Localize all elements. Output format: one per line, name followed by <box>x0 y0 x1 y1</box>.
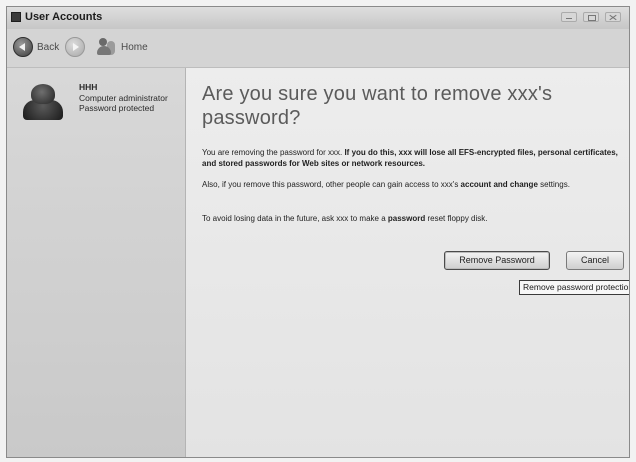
close-button[interactable] <box>605 12 621 22</box>
window-controls <box>561 12 621 22</box>
remove-password-tooltip: Remove password protection <box>519 280 629 295</box>
account-info: HHH Computer administrator Password prot… <box>79 82 168 114</box>
back-button-label: Back <box>37 41 60 53</box>
back-button[interactable]: Back <box>13 37 59 57</box>
maximize-button[interactable] <box>583 12 599 22</box>
back-arrow-icon <box>13 37 33 57</box>
user-accounts-app-icon <box>11 12 21 22</box>
efs-warning-intro: You are removing the password for xxx. <box>202 148 345 157</box>
remove-password-button[interactable]: Remove Password <box>444 251 550 270</box>
reset-disk-end: reset floppy disk. <box>425 214 488 223</box>
page-title: Are you sure you want to remove xxx's pa… <box>202 83 553 129</box>
account-picture-avatar <box>23 82 63 120</box>
account-sidebar: HHH Computer administrator Password prot… <box>7 68 186 457</box>
account-name: HHH <box>79 82 98 92</box>
access-warning-emphasis: account and change <box>460 180 538 189</box>
forward-button[interactable] <box>65 37 85 57</box>
home-button[interactable]: Home <box>97 37 148 57</box>
access-warning-end: settings. <box>537 180 570 189</box>
window-title: User Accounts <box>25 11 103 23</box>
efs-warning-text: You are removing the password for xxx. I… <box>202 148 629 169</box>
access-warning-intro: Also, if you remove this password, other… <box>202 180 461 189</box>
access-warning-text: Also, if you remove this password, other… <box>202 180 629 191</box>
remove-password-panel: Are you sure you want to remove xxx's pa… <box>186 68 629 457</box>
account-status: Password protected <box>79 103 155 113</box>
reset-disk-intro: To avoid losing data in the future, ask … <box>202 214 388 223</box>
title-bar: User Accounts <box>7 7 629 30</box>
toolbar: Back Home <box>7 29 629 68</box>
minimize-button[interactable] <box>561 12 577 22</box>
user-accounts-home-icon <box>97 37 117 57</box>
reset-disk-emphasis: password <box>387 214 426 223</box>
home-button-label: Home <box>121 41 148 53</box>
user-accounts-window: User Accounts Back Home HHH Computer adm… <box>6 6 630 458</box>
forward-arrow-icon <box>65 37 85 57</box>
account-type: Computer administrator <box>79 92 168 103</box>
cancel-button[interactable]: Cancel <box>566 251 624 270</box>
reset-disk-advice-text: To avoid losing data in the future, ask … <box>202 214 629 225</box>
